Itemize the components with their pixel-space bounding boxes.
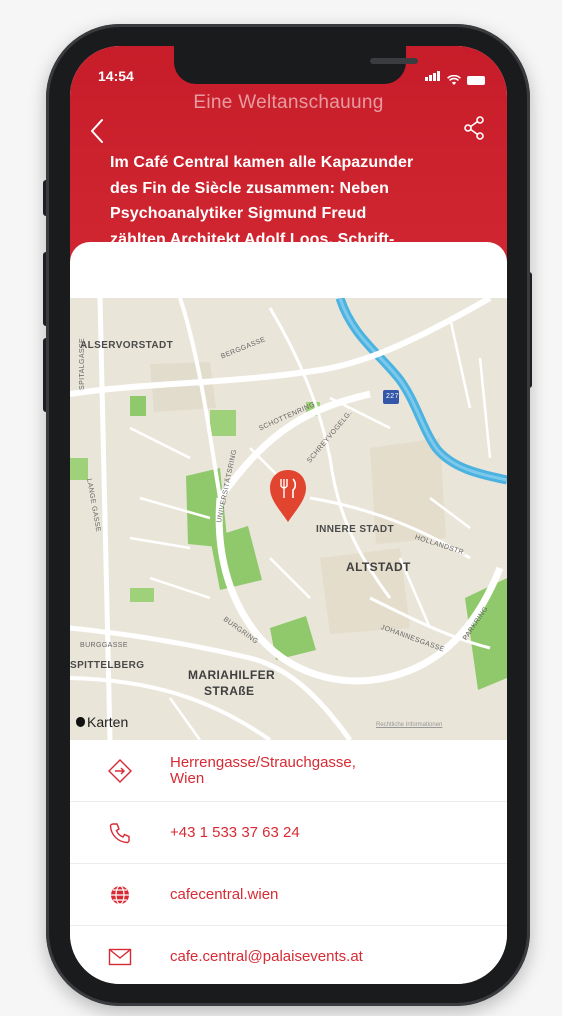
phone-screen: 14:54 Eine Weltanschauung Im Café Centra… [70,46,507,984]
contact-row-phone[interactable]: +43 1 533 37 63 24 [70,802,507,864]
intro-line: Psychoanalytiker Sigmund Freud [110,205,367,222]
contact-row-address[interactable]: Herrengasse/Strauchgasse, Wien [70,740,507,802]
page-title: Eine Weltanschauung [193,92,384,113]
map-label-altstadt: ALTSTADT [346,560,411,574]
map-label-strasse: STRAßE [204,684,255,698]
map-view[interactable]: ALSERVORSTADT SPITALGASSE BERGGASSE SCHO… [70,298,507,740]
contact-row-email[interactable]: cafe.central@palaisevents.at [70,926,507,984]
legal-link[interactable]: Rechtliche Informationen [376,722,442,728]
map-label-mariahilfer: MARIAHILFER [188,668,276,682]
intro-text: Im Café Central kamen alle Kapazunder de… [110,150,490,252]
park-area [210,410,236,436]
globe-icon [111,884,129,905]
park-area [70,458,88,480]
park-area [130,396,146,416]
share-icon[interactable] [463,116,485,140]
address-text: Herrengasse/Strauchgasse, Wien [170,753,356,787]
back-chevron-icon[interactable] [90,118,104,144]
karten-label: Karten [87,714,129,730]
intro-line: Im Café Central kamen alle Kapazunder [110,154,414,171]
contact-row-website[interactable]: cafecentral.wien [70,864,507,926]
notch [174,46,418,84]
highway-number: 227 [386,393,399,400]
contact-list: Herrengasse/Strauchgasse, Wien +43 1 533… [70,740,507,984]
email-text: cafe.central@palaisevents.at [170,947,363,965]
phone-text: +43 1 533 37 63 24 [170,823,300,841]
apple-logo-icon [76,717,85,727]
status-icons [425,68,485,86]
wifi-icon [447,75,461,85]
restaurant-pin-icon[interactable] [270,470,306,522]
signal-icon [425,68,441,86]
intro-line: des Fin de Siècle zusammen: Neben [110,179,389,197]
website-text: cafecentral.wien [170,885,279,903]
directions-icon [108,758,132,783]
map-label-spitalgasse: SPITALGASSE [79,337,86,390]
apple-maps-attribution: Karten [76,714,128,730]
map-label-burggasse: BURGGASSE [80,642,128,649]
park-area [130,588,154,602]
map-label-alservorstadt: ALSERVORSTADT [80,340,174,351]
speaker [370,58,418,64]
battery-icon [467,76,485,85]
road [97,298,113,740]
mail-icon [108,948,132,965]
map-label-spittelberg: SPITTELBERG [70,660,145,671]
map-label-innere-stadt: INNERE STADT [316,524,394,535]
phone-icon [109,822,130,843]
status-time: 14:54 [98,68,134,84]
map-graphic [70,298,507,740]
